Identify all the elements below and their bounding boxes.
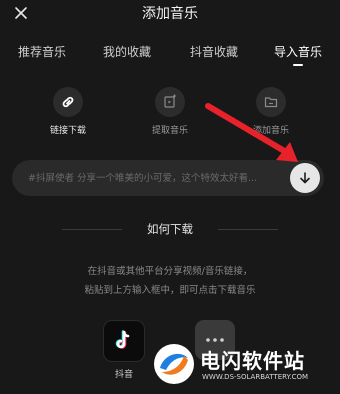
watermark-logo-icon bbox=[154, 344, 194, 384]
watermark-title: 电闪软件站 bbox=[200, 349, 305, 373]
watermark-subtitle: WWW.DS-SOLARBATTERY.COM bbox=[202, 373, 309, 381]
watermark: 电闪软件站 WWW.DS-SOLARBATTERY.COM bbox=[150, 340, 336, 390]
annotation-arrow-icon bbox=[205, 103, 298, 162]
add-music-page: 添加音乐 推荐音乐 我的收藏 抖音收藏 导入音乐 链接下载 提取音乐 添加音乐 … bbox=[0, 0, 340, 394]
